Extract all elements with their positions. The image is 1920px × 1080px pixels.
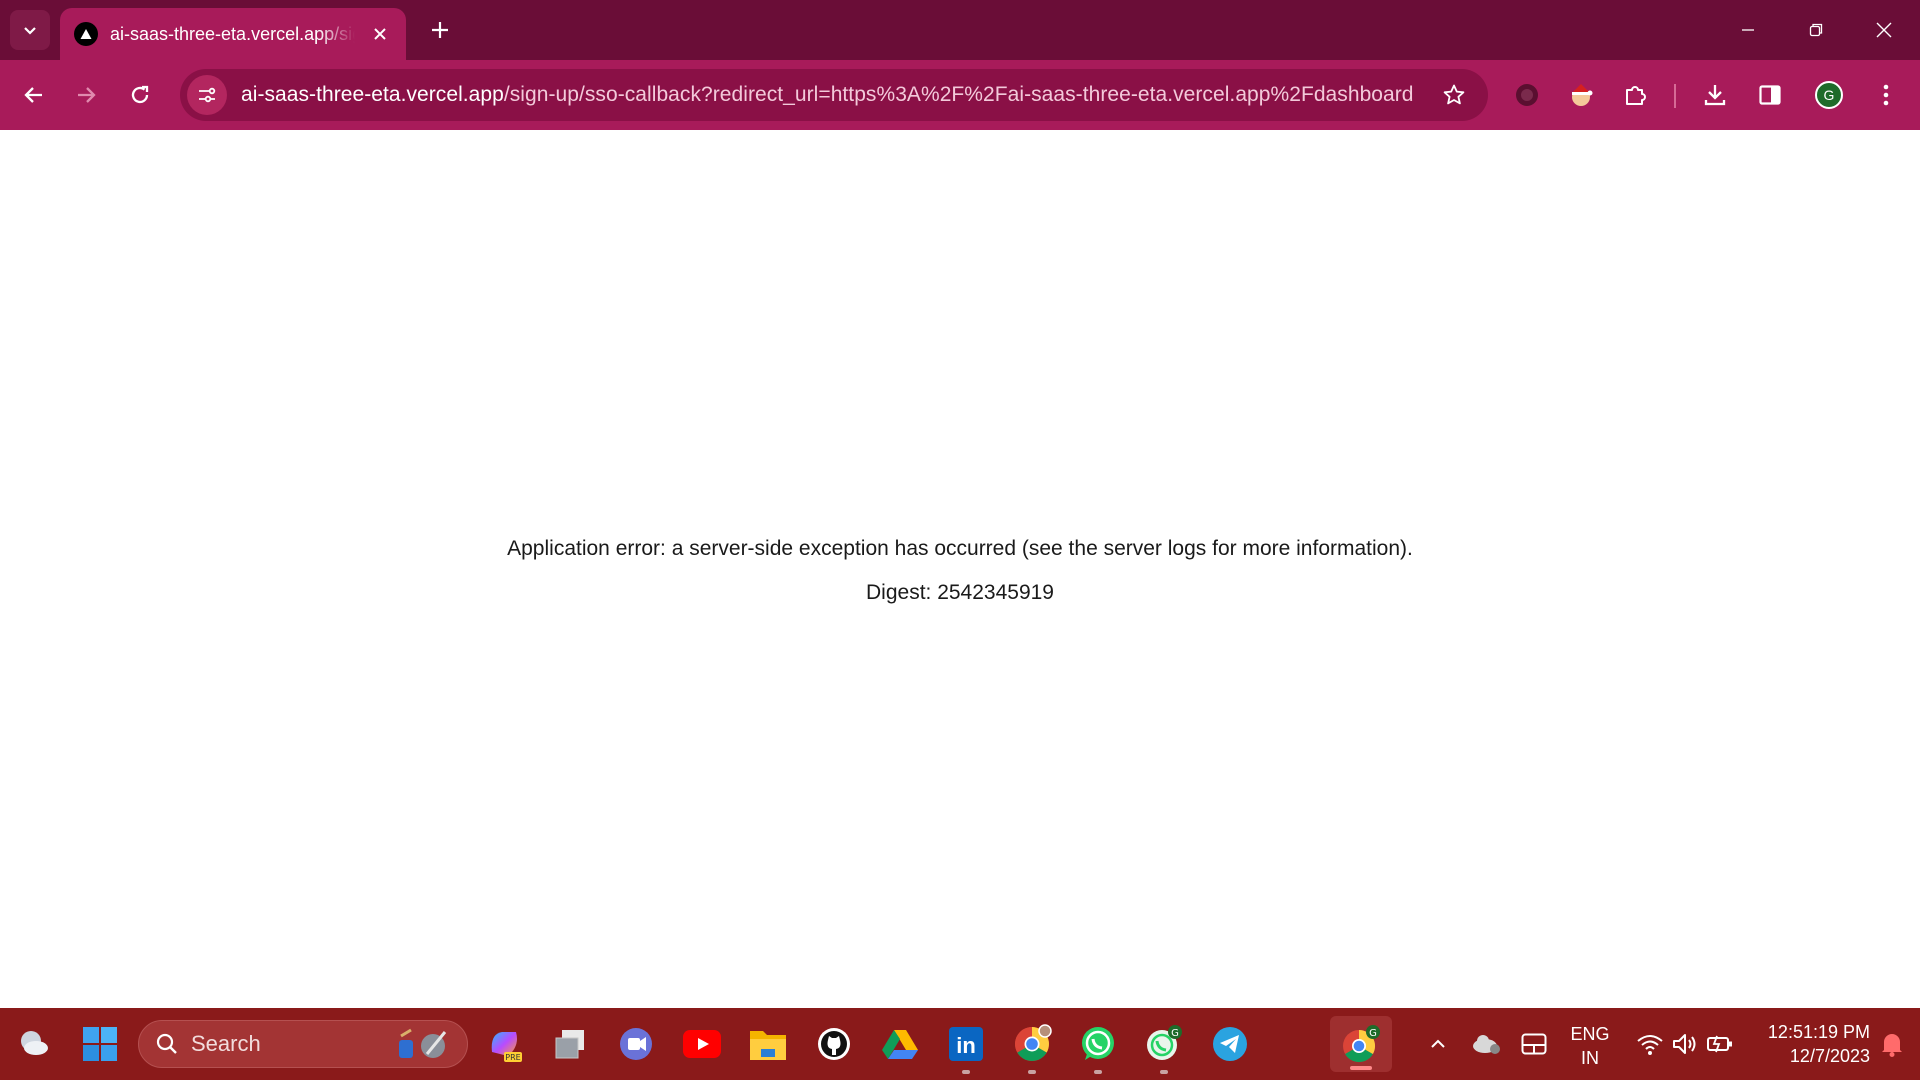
search-icon <box>156 1033 177 1054</box>
error-message: Application error: a server-side excepti… <box>507 537 1413 560</box>
arrow-right-icon <box>78 87 96 103</box>
tab-title: ai-saas-three-eta.vercel.app/sig <box>110 23 355 44</box>
close-icon <box>374 28 386 40</box>
reload-button[interactable] <box>118 73 162 117</box>
svg-text:in: in <box>956 1033 976 1058</box>
restore-icon <box>1809 23 1823 37</box>
minimize-icon <box>1742 29 1754 31</box>
address-bar[interactable]: ai-saas-three-eta.vercel.app/sign-up/sso… <box>180 69 1488 121</box>
language-code: ENG <box>1570 1024 1610 1044</box>
extension-dark-reader-icon[interactable] <box>1507 75 1547 115</box>
browser-titlebar: ai-saas-three-eta.vercel.app/sig <box>0 0 1920 60</box>
page-content: Application error: a server-side excepti… <box>0 130 1920 1008</box>
linkedin-icon[interactable]: in <box>944 1022 988 1074</box>
error-digest: Digest: 2542345919 <box>866 581 1054 604</box>
weather-icon[interactable] <box>12 1022 56 1066</box>
chevron-down-icon <box>24 27 36 35</box>
profile-button[interactable]: G <box>1809 75 1849 115</box>
bookmark-button[interactable] <box>1438 79 1470 111</box>
task-view-icon[interactable] <box>548 1022 592 1066</box>
github-icon[interactable] <box>812 1022 856 1066</box>
google-drive-icon[interactable] <box>878 1022 922 1066</box>
vercel-favicon-icon <box>74 22 98 46</box>
running-indicator <box>1160 1070 1168 1074</box>
url-path: /sign-up/sso-callback?redirect_url=https… <box>503 83 1414 106</box>
running-indicator <box>1094 1070 1102 1074</box>
arrow-left-icon <box>24 87 42 103</box>
new-tab-button[interactable] <box>422 12 458 48</box>
back-button[interactable] <box>12 73 56 117</box>
running-indicator <box>1028 1070 1036 1074</box>
youtube-icon[interactable] <box>680 1022 724 1066</box>
download-icon <box>1704 85 1726 106</box>
browser-toolbar: ai-saas-three-eta.vercel.app/sign-up/sso… <box>0 60 1920 130</box>
site-info-button[interactable] <box>187 75 227 115</box>
tab-close-button[interactable] <box>369 22 392 46</box>
clock-date: 12/7/2023 <box>1789 1046 1870 1066</box>
tune-icon <box>199 87 216 103</box>
windows-start-icon[interactable] <box>78 1022 122 1066</box>
active-indicator <box>1350 1066 1372 1070</box>
file-explorer-icon[interactable] <box>746 1022 790 1066</box>
minimize-button[interactable] <box>1714 0 1782 60</box>
tab-search-button[interactable] <box>10 10 50 50</box>
chrome-active-icon[interactable]: G <box>1330 1016 1392 1072</box>
avatar: G <box>1815 81 1843 109</box>
menu-button[interactable] <box>1866 75 1906 115</box>
telegram-icon[interactable] <box>1208 1022 1252 1066</box>
taskbar-search-label: Search <box>191 1031 261 1056</box>
whatsapp-icon[interactable] <box>1076 1022 1120 1074</box>
close-icon <box>1876 22 1892 38</box>
restore-button[interactable] <box>1782 0 1850 60</box>
tab-active[interactable]: ai-saas-three-eta.vercel.app/sig <box>60 8 406 60</box>
teams-icon[interactable] <box>614 1022 658 1066</box>
extension-santa-icon[interactable] <box>1561 75 1601 115</box>
windows-taskbar: Search PRE in G G ENG IN 12:51:19 PM 12/… <box>0 1008 1920 1080</box>
taskbar-search[interactable]: Search <box>138 1020 468 1068</box>
url-host: ai-saas-three-eta.vercel.app <box>241 83 504 106</box>
side-panel-icon <box>1759 85 1781 105</box>
tablet-mode-icon[interactable] <box>1512 1022 1556 1066</box>
svg-text:PRE: PRE <box>505 1053 520 1062</box>
kebab-menu-icon <box>1883 84 1889 106</box>
star-icon <box>1443 84 1465 105</box>
svg-text:G: G <box>1369 1028 1377 1039</box>
url-text: ai-saas-three-eta.vercel.app/sign-up/sso… <box>241 83 1414 107</box>
whatsapp-beta-icon[interactable]: G <box>1142 1022 1186 1074</box>
toolbar-separator <box>1674 84 1676 108</box>
onedrive-icon[interactable] <box>1464 1022 1508 1066</box>
plus-icon <box>432 22 448 38</box>
battery-icon[interactable] <box>1698 1022 1742 1066</box>
clock[interactable]: 12:51:19 PM 12/7/2023 <box>1746 1020 1870 1068</box>
search-highlight-icon <box>399 1028 447 1058</box>
notification-bell-icon[interactable] <box>1870 1022 1914 1066</box>
running-indicator <box>962 1070 970 1074</box>
downloads-button[interactable] <box>1695 75 1735 115</box>
clock-time: 12:51:19 PM <box>1767 1022 1870 1042</box>
chrome-icon[interactable] <box>1010 1022 1054 1074</box>
side-panel-button[interactable] <box>1750 75 1790 115</box>
copilot-icon[interactable]: PRE <box>482 1022 526 1066</box>
extensions-puzzle-icon[interactable] <box>1616 75 1656 115</box>
reload-icon <box>131 85 149 104</box>
language-region: IN <box>1581 1048 1599 1068</box>
forward-button[interactable] <box>64 73 108 117</box>
chevron-up-icon[interactable] <box>1416 1022 1460 1066</box>
svg-text:G: G <box>1171 1028 1179 1039</box>
language-indicator[interactable]: ENG IN <box>1566 1022 1614 1070</box>
close-window-button[interactable] <box>1850 0 1918 60</box>
